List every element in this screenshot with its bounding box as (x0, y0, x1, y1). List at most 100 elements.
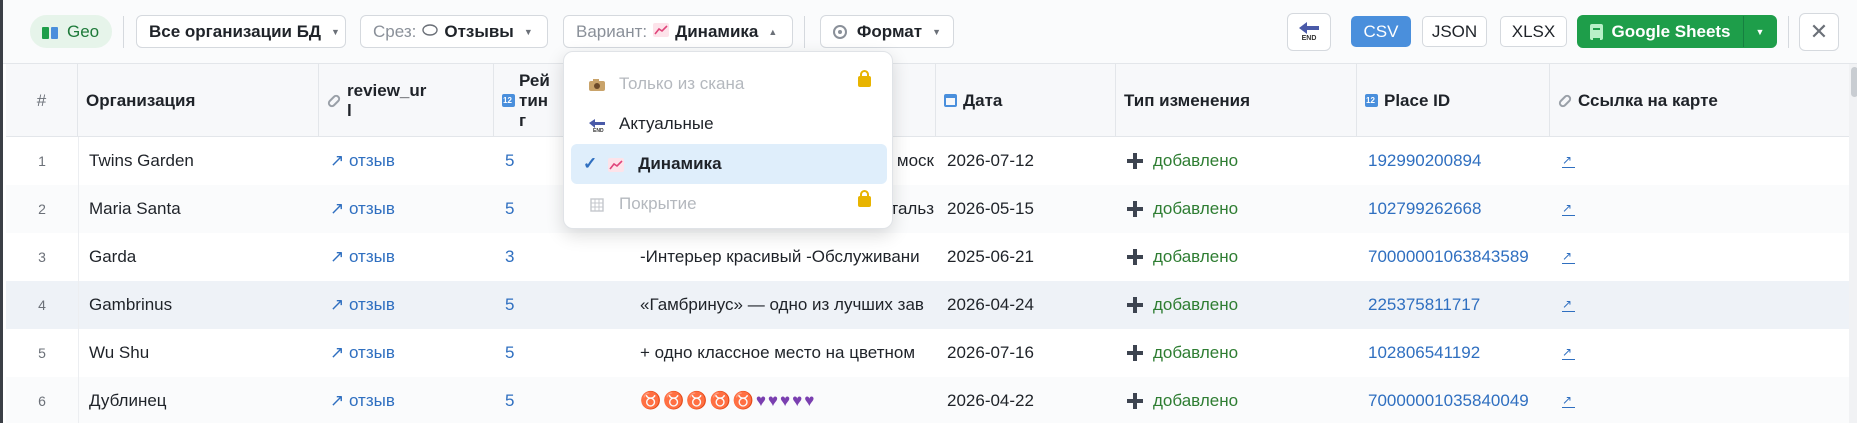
external-link-icon[interactable]: ↗ (1562, 346, 1575, 360)
menu-item-current[interactable]: END Актуальные (571, 104, 887, 144)
row-number: 5 (38, 345, 46, 361)
map-link[interactable]: ↗ (1550, 233, 1850, 281)
variant-dropdown-menu: Только из скана END Актуальные ✓ Динамик… (563, 51, 893, 229)
end-back-button[interactable]: END (1287, 13, 1331, 51)
variant-prefix: Вариант: (576, 21, 648, 41)
map-link[interactable]: ↗ (1550, 377, 1850, 423)
column-divider (78, 137, 79, 423)
close-button[interactable]: ✕ (1799, 13, 1839, 51)
review-link[interactable]: ↗ отзыв (319, 329, 494, 377)
google-sheets-label: Google Sheets (1611, 21, 1731, 41)
review-link[interactable]: ↗ отзыв (319, 281, 494, 329)
column-header-change-type[interactable]: Тип изменения (1116, 64, 1357, 137)
review-link[interactable]: ↗ отзыв (319, 233, 494, 281)
table-row[interactable]: 1 Twins Garden ↗ отзыв 5 моск 2026-07-12 добав… (6, 137, 1854, 185)
grid-icon (588, 197, 606, 212)
number-type-icon (502, 94, 515, 107)
column-header-place-id[interactable]: Place ID (1357, 64, 1550, 137)
place-id-link[interactable]: 70000001035840049 (1357, 377, 1550, 423)
organization-cell: Garda (89, 247, 137, 266)
external-link-icon[interactable]: ↗ (1562, 394, 1575, 408)
number-type-icon (1365, 94, 1378, 107)
organization-cell: Maria Santa (89, 199, 181, 218)
trend-chart-icon (653, 22, 670, 42)
chevron-down-icon: ▼ (932, 26, 941, 37)
variant-select[interactable]: Вариант: Динамика ▲ (563, 15, 793, 48)
external-link-icon[interactable]: ↗ (1562, 202, 1575, 216)
map-link[interactable]: ↗ (1550, 281, 1850, 329)
vertical-scrollbar[interactable] (1849, 64, 1857, 423)
table-row[interactable]: 3 Garda ↗ отзыв 3 -Интерьер красивый -Обслуж… (6, 233, 1854, 281)
link-icon (1557, 92, 1573, 109)
scrollbar-thumb[interactable] (1851, 67, 1857, 97)
plus-icon (1127, 345, 1143, 361)
change-type-cell: добавлено (1116, 137, 1357, 185)
review-text-cell: ♉♉♉♉♉♥♥♥♥♥ (640, 391, 817, 410)
csv-button[interactable]: CSV (1351, 16, 1411, 47)
change-type-cell: добавлено (1116, 233, 1357, 281)
menu-item-label: Актуальные (619, 114, 714, 133)
column-header-label: Ссылка на карте (1578, 90, 1718, 110)
review-text-cell: -Интерьер красивый -Обслуживани (640, 247, 920, 266)
review-link[interactable]: ↗ отзыв (319, 185, 494, 233)
change-type-label: добавлено (1153, 391, 1239, 410)
map-link[interactable]: ↗ (1550, 137, 1850, 185)
place-id-link[interactable]: 102806541192 (1357, 329, 1550, 377)
google-sheets-button[interactable]: Google Sheets ▼ (1577, 15, 1777, 48)
menu-item-scan-only[interactable]: Только из скана (571, 64, 887, 104)
format-button[interactable]: Формат ▼ (820, 15, 954, 48)
place-id-link[interactable]: 192990200894 (1357, 137, 1550, 185)
review-link[interactable]: ↗ отзыв (319, 137, 494, 185)
row-number: 6 (38, 393, 46, 409)
google-sheets-dropdown[interactable]: ▼ (1743, 16, 1776, 47)
change-type-label: добавлено (1153, 151, 1239, 170)
organization-cell: Twins Garden (89, 151, 194, 170)
external-link-icon[interactable]: ↗ (1562, 154, 1575, 168)
change-type-cell: добавлено (1116, 377, 1357, 423)
plus-icon (1127, 393, 1143, 409)
organization-select[interactable]: Все организации БД ▼ (136, 15, 346, 48)
table-row[interactable]: 4 Gambrinus ↗ отзыв 5 «Гамбринус» — одно из … (6, 281, 1854, 329)
column-header-label: review_ur l (347, 80, 427, 120)
place-id-link[interactable]: 102799262668 (1357, 185, 1550, 233)
variant-select-value: Динамика (675, 21, 759, 41)
menu-item-dynamics[interactable]: ✓ Динамика (571, 144, 887, 184)
column-header-date[interactable]: Дата (936, 64, 1116, 137)
external-link-icon[interactable]: ↗ (1562, 298, 1575, 312)
table-row[interactable]: 5 Wu Shu ↗ отзыв 5 + одно классное место на … (6, 329, 1854, 377)
table-row[interactable]: 2 Maria Santa ↗ отзыв 5 тальз 2026-05-15 добав… (6, 185, 1854, 233)
geo-button[interactable]: Geo (30, 15, 112, 48)
end-label: END (1301, 35, 1317, 42)
rating-cell: 5 (505, 295, 515, 314)
review-link[interactable]: ↗ отзыв (319, 377, 494, 423)
map-link[interactable]: ↗ (1550, 185, 1850, 233)
slice-select[interactable]: Срез: Отзывы ▼ (360, 15, 548, 48)
external-link-icon[interactable]: ↗ (1562, 250, 1575, 264)
review-text-cell: + одно классное место на цветном (640, 343, 916, 362)
spreadsheet-icon (1590, 23, 1604, 40)
date-cell: 2025-06-21 (947, 247, 1034, 266)
place-id-link[interactable]: 225375811717 (1357, 281, 1550, 329)
map-link[interactable]: ↗ (1550, 329, 1850, 377)
divider (804, 16, 805, 48)
column-header-number[interactable]: # (6, 64, 78, 137)
divider (123, 16, 124, 48)
organization-cell: Gambrinus (89, 295, 173, 314)
close-icon: ✕ (1809, 19, 1829, 44)
menu-item-coverage[interactable]: Покрытие (571, 184, 887, 224)
table-row[interactable]: 6 Дублинец ↗ отзыв 5 ♉♉♉♉♉♥♥♥♥♥ 2026-04-22 доб… (6, 377, 1854, 423)
google-sheets-export[interactable]: Google Sheets (1578, 16, 1743, 47)
column-header-review-url[interactable]: review_ur l (319, 64, 494, 137)
row-number: 1 (38, 153, 46, 169)
change-type-label: добавлено (1153, 199, 1239, 218)
change-type-cell: добавлено (1116, 281, 1357, 329)
column-header-organization[interactable]: Организация (78, 64, 319, 137)
change-type-label: добавлено (1153, 295, 1239, 314)
end-arrow-icon: END (588, 117, 606, 134)
menu-item-label: Динамика (638, 154, 722, 173)
column-header-map-link[interactable]: Ссылка на карте (1550, 64, 1854, 137)
calendar-icon (944, 94, 957, 107)
json-button[interactable]: JSON (1422, 16, 1487, 47)
xlsx-button[interactable]: XLSX (1500, 16, 1567, 47)
place-id-link[interactable]: 70000001063843589 (1357, 233, 1550, 281)
